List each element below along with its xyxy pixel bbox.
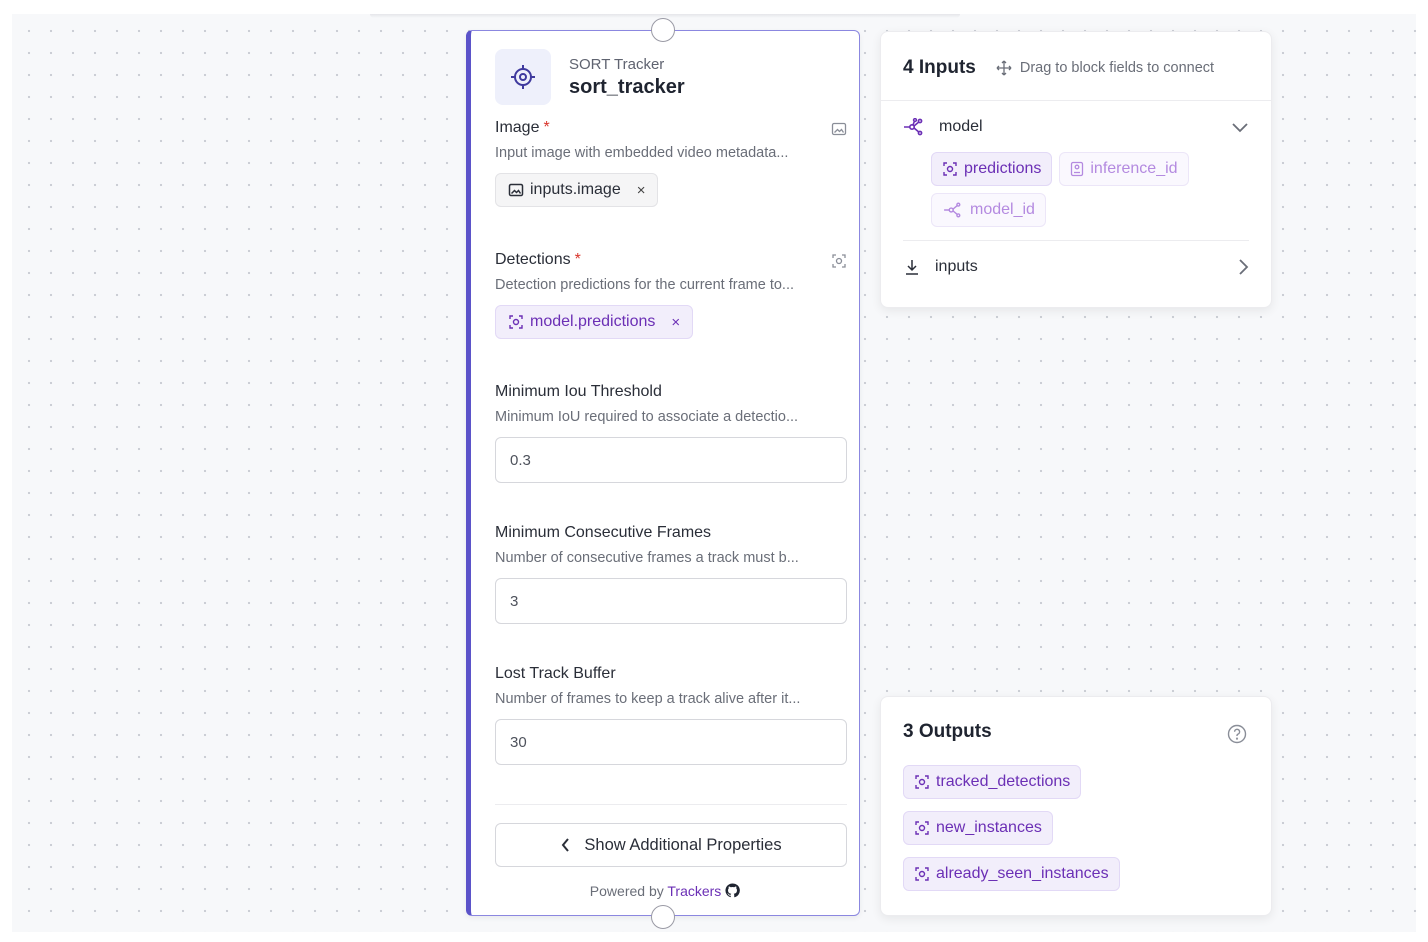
field-min-consecutive-frames: Minimum Consecutive Frames Number of con… [495, 524, 847, 624]
input-chip-predictions[interactable]: predictions [931, 152, 1053, 186]
detections-icon [943, 162, 957, 176]
divider [495, 804, 847, 805]
field-description: Input image with embedded video metadata… [495, 145, 789, 161]
min-iou-threshold-input[interactable]: 0.3 [495, 437, 847, 483]
button-label: Show Additional Properties [584, 835, 782, 854]
field-min-iou-threshold: Minimum Iou Threshold Minimum IoU requir… [495, 383, 847, 483]
lost-track-buffer-input[interactable]: 30 [495, 719, 847, 765]
model-output-chips: predictions inference_id model_id [931, 152, 1251, 227]
sort-tracker-block[interactable]: SORT Tracker sort_tracker Image * Input i… [466, 30, 860, 916]
chip-label: predictions [964, 160, 1042, 177]
chevron-left-icon [562, 838, 570, 852]
field-image: Image * Input image with embedded video m… [495, 119, 847, 207]
inputs-card: 4 Inputs Drag to block fields to connect… [880, 31, 1272, 308]
chevron-down-icon[interactable] [1231, 121, 1249, 133]
output-chips: tracked_detections new_instances already… [903, 765, 1120, 891]
remove-icon[interactable]: × [637, 182, 646, 199]
crosshair-icon [495, 49, 551, 105]
block-type: SORT Tracker [569, 55, 665, 73]
chip-label: new_instances [936, 819, 1042, 836]
field-label: Minimum Consecutive Frames [495, 524, 712, 541]
chip-label: inference_id [1090, 160, 1178, 177]
field-description: Number of consecutive frames a track mus… [495, 550, 799, 566]
remove-icon[interactable]: × [671, 314, 680, 331]
output-chip-already-seen-instances[interactable]: already_seen_instances [903, 857, 1120, 891]
output-connection-handle[interactable] [651, 905, 675, 929]
divider [881, 100, 1271, 101]
input-chip-inference-id[interactable]: inference_id [1059, 152, 1189, 186]
show-additional-properties-button[interactable]: Show Additional Properties [495, 823, 847, 867]
detections-icon [915, 775, 929, 789]
chip-label: model_id [970, 201, 1035, 218]
github-icon[interactable] [725, 883, 741, 898]
input-group-inputs[interactable]: inputs [903, 258, 1249, 276]
outputs-card: 3 Outputs tracked_detections new_instanc… [880, 696, 1272, 916]
input-group-label: inputs [935, 258, 978, 275]
field-lost-track-buffer: Lost Track Buffer Number of frames to ke… [495, 665, 847, 765]
model-icon [944, 202, 961, 218]
field-label: Minimum Iou Threshold [495, 383, 662, 400]
trackers-link[interactable]: Trackers [667, 883, 721, 899]
output-chip-tracked-detections[interactable]: tracked_detections [903, 765, 1082, 799]
required-marker: * [543, 119, 550, 136]
powered-prefix: Powered by [589, 883, 664, 899]
move-icon [996, 60, 1012, 76]
id-icon [1071, 161, 1084, 177]
input-group-model[interactable]: model [903, 118, 1249, 136]
field-detections: Detections * Detection predictions for th… [495, 251, 847, 339]
detections-icon [509, 315, 523, 329]
inputs-title: 4 Inputs [903, 57, 976, 78]
input-group-label: model [939, 118, 983, 135]
detections-icon [915, 821, 929, 835]
block-header: SORT Tracker sort_tracker [495, 49, 685, 105]
divider [903, 240, 1249, 241]
chip-label: already_seen_instances [936, 865, 1109, 882]
input-chip-model-id[interactable]: model_id [931, 193, 1046, 227]
input-connection-handle[interactable] [651, 18, 675, 42]
required-marker: * [574, 251, 581, 268]
chip-label: inputs.image [530, 181, 621, 198]
field-description: Detection predictions for the current fr… [495, 277, 794, 293]
connection-chip-inputs-image[interactable]: inputs.image × [495, 173, 659, 207]
field-label: Detections [495, 251, 571, 268]
image-type-icon [831, 122, 847, 136]
model-icon [904, 118, 923, 136]
field-label: Lost Track Buffer [495, 665, 616, 682]
field-description: Minimum IoU required to associate a dete… [495, 409, 799, 425]
detections-icon [915, 867, 929, 881]
connection-chip-model-predictions[interactable]: model.predictions × [495, 305, 694, 339]
field-label: Image [495, 119, 540, 136]
outputs-title: 3 Outputs [903, 721, 992, 742]
powered-by: Powered by Trackers [471, 883, 859, 899]
min-consecutive-frames-input[interactable]: 3 [495, 578, 847, 624]
chevron-right-icon[interactable] [1237, 258, 1249, 276]
field-description: Number of frames to keep a track alive a… [495, 691, 801, 707]
chip-label: model.predictions [530, 313, 656, 330]
chip-label: tracked_detections [936, 773, 1071, 790]
drag-hint: Drag to block fields to connect [996, 60, 1214, 76]
block-name[interactable]: sort_tracker [569, 76, 685, 99]
download-icon [906, 260, 918, 275]
detections-type-icon [832, 254, 846, 268]
drag-hint-text: Drag to block fields to connect [1019, 60, 1215, 76]
help-icon[interactable] [1227, 724, 1247, 744]
output-chip-new-instances[interactable]: new_instances [903, 811, 1053, 845]
image-icon [508, 183, 524, 197]
